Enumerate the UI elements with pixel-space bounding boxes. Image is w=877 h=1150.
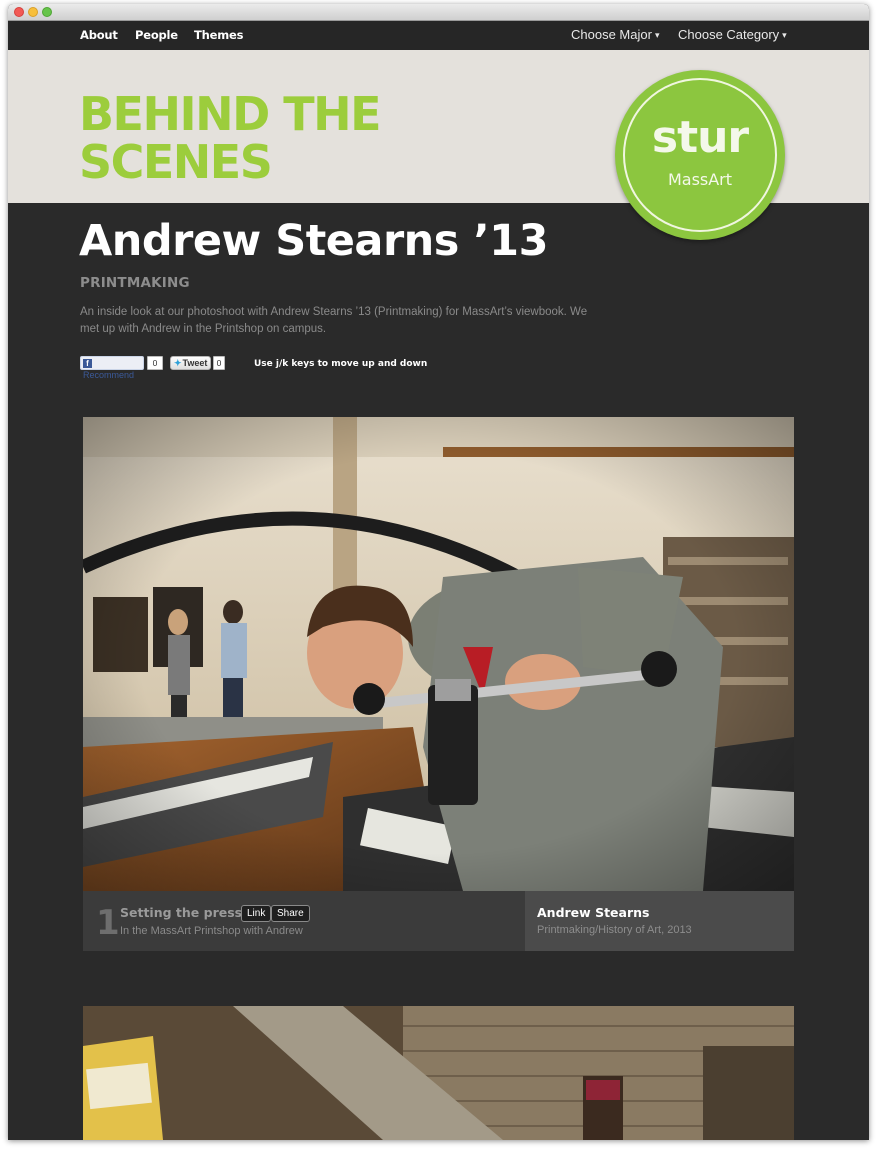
top-navbar: About People Themes Choose Major ▾ Choose… <box>8 21 869 50</box>
banner-title-line2: SCENES <box>79 135 273 189</box>
choose-major-dropdown[interactable]: Choose Major ▾ <box>571 27 659 42</box>
keyboard-hint: Use j/k keys to move up and down <box>254 359 428 369</box>
article-intro: An inside look at our photoshoot with An… <box>80 306 588 335</box>
article-category: PRINTMAKING <box>80 275 190 291</box>
page-title: Andrew Stearns ’13 <box>79 216 549 266</box>
maximize-window-button[interactable] <box>42 7 52 17</box>
twitter-bird-icon: ✦ <box>174 358 182 368</box>
choose-category-dropdown[interactable]: Choose Category ▾ <box>678 27 787 42</box>
close-window-button[interactable] <box>14 7 24 17</box>
tweet-label: Tweet <box>182 358 208 368</box>
slide-share-button[interactable]: Share <box>271 905 310 922</box>
slide-subtitle: In the MassArt Printshop with Andrew <box>120 925 303 937</box>
person-card[interactable]: Andrew Stearns Printmaking/History of Ar… <box>525 891 794 951</box>
facebook-recommend-button[interactable]: f Recommend <box>80 356 144 380</box>
choose-major-label: Choose Major <box>571 27 652 42</box>
slide-title: Setting the press <box>120 905 243 920</box>
banner-title-line1: BEHIND THE <box>79 87 382 141</box>
printshop-photo <box>83 417 794 891</box>
choose-category-label: Choose Category <box>678 27 780 42</box>
slide-link-button[interactable]: Link <box>241 905 272 922</box>
recommend-count: 0 <box>147 356 163 370</box>
stur-massart-logo[interactable]: stur MassArt <box>615 70 785 240</box>
tweet-button[interactable]: ✦Tweet <box>170 356 211 370</box>
nav-themes-link[interactable]: Themes <box>194 28 243 42</box>
minimize-window-button[interactable] <box>28 7 38 17</box>
slide-number: 1 <box>96 903 120 943</box>
window-titlebar <box>8 4 869 21</box>
nav-about-link[interactable]: About <box>80 28 118 42</box>
banner-title: BEHIND THE SCENES <box>79 87 382 189</box>
facebook-icon: f <box>83 359 92 368</box>
chevron-down-icon: ▾ <box>654 30 660 40</box>
tweet-count: 0 <box>213 356 225 370</box>
person-name: Andrew Stearns <box>537 905 650 920</box>
logo-word: stur <box>651 112 749 163</box>
slide-caption: 1 Setting the press Link Share In the Ma… <box>83 891 794 951</box>
slide-photo[interactable] <box>83 417 794 891</box>
logo-subtitle: MassArt <box>667 170 733 189</box>
nav-people-link[interactable]: People <box>135 28 178 42</box>
recommend-label: Recommend <box>83 370 135 380</box>
browser-window: About People Themes Choose Major ▾ Choose… <box>8 4 869 1140</box>
person-program: Printmaking/History of Art, 2013 <box>537 924 692 936</box>
next-slide-photo[interactable] <box>83 1006 794 1140</box>
printshop-photo-2 <box>83 1006 794 1140</box>
chevron-down-icon: ▾ <box>782 30 787 40</box>
